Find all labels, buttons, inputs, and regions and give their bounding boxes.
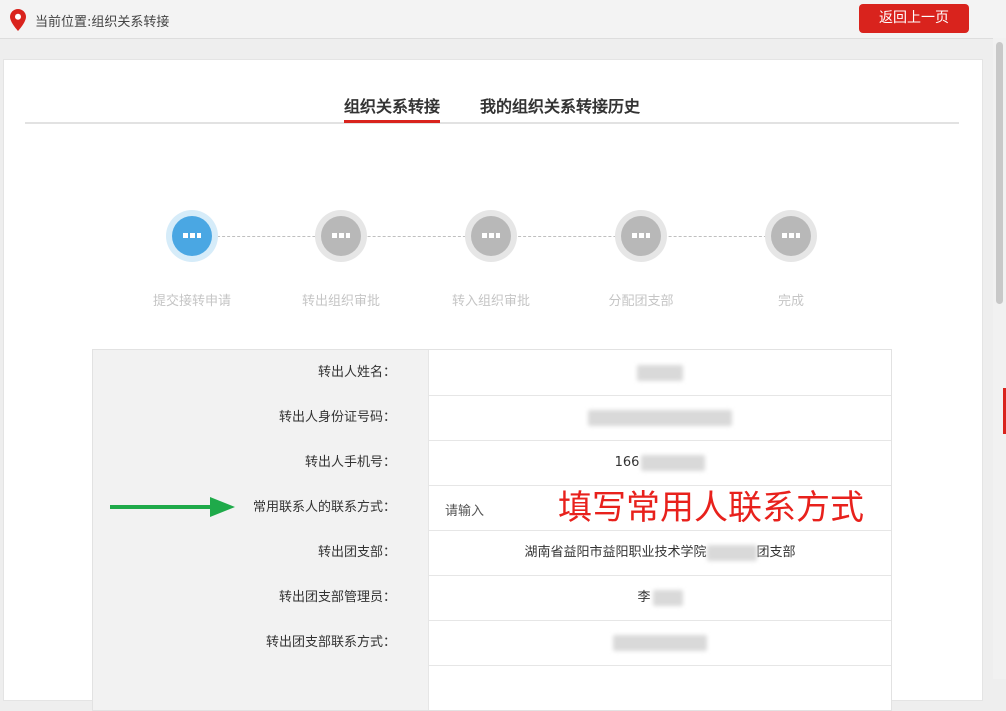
name-value bbox=[429, 350, 891, 395]
form-row: 转出人姓名： bbox=[93, 350, 891, 396]
step-1-label: 提交接转申请 bbox=[152, 294, 231, 309]
admin-value: 李 bbox=[429, 575, 891, 620]
scrollbar-thumb[interactable] bbox=[996, 42, 1003, 304]
step-1-circle-icon bbox=[166, 210, 218, 262]
branch-label: 转出团支部： bbox=[93, 530, 429, 575]
tab-transfer[interactable]: 组织关系转接 bbox=[344, 93, 440, 117]
branch-contact-value bbox=[429, 620, 891, 665]
form-row bbox=[93, 665, 891, 710]
step-3-circle-icon bbox=[465, 210, 517, 262]
branch-contact-label: 转出团支部联系方式： bbox=[93, 620, 429, 665]
name-label: 转出人姓名： bbox=[93, 350, 429, 395]
empty-value bbox=[429, 665, 891, 710]
main-panel: 组织关系转接 我的组织关系转接历史 提交接转申请 转出组织审批 转入组织审批 分… bbox=[3, 59, 983, 711]
active-tab-indicator bbox=[344, 120, 440, 123]
transfer-form: 转出人姓名： 转出人身份证号码： 转出人手机号： 166 常用联系人的联系方式：… bbox=[92, 349, 892, 711]
back-button[interactable]: 返回上一页 bbox=[859, 4, 969, 33]
empty-label bbox=[93, 665, 429, 710]
top-bar: 当前位置:组织关系转接 返回上一页 bbox=[0, 0, 1006, 39]
admin-label: 转出团支部管理员： bbox=[93, 575, 429, 620]
phone-value: 166 bbox=[429, 440, 891, 485]
annotation-text: 填写常用人联系方式 bbox=[558, 488, 864, 528]
branch-value: 湖南省益阳市益阳职业技术学院 团支部 bbox=[524, 544, 796, 561]
id-number-label: 转出人身份证号码： bbox=[93, 395, 429, 440]
tabs-divider bbox=[25, 122, 959, 124]
step-2-circle-icon bbox=[315, 210, 367, 262]
id-number-value bbox=[429, 395, 891, 440]
form-row: 转出团支部管理员： 李 bbox=[93, 575, 891, 621]
scrollbar[interactable] bbox=[993, 38, 1006, 679]
form-row: 转出团支部： 湖南省益阳市益阳职业技术学院 团支部 bbox=[93, 530, 891, 576]
step-4-circle-icon bbox=[615, 210, 667, 262]
contact-input[interactable] bbox=[443, 495, 567, 527]
step-2-label: 转出组织审批 bbox=[301, 294, 380, 309]
step-3-label: 转入组织审批 bbox=[451, 294, 530, 309]
tab-transfer-history[interactable]: 我的组织关系转接历史 bbox=[480, 93, 640, 117]
step-5-label: 完成 bbox=[777, 294, 804, 309]
breadcrumb: 当前位置:组织关系转接 bbox=[35, 15, 170, 30]
phone-label: 转出人手机号： bbox=[93, 440, 429, 485]
step-5-circle-icon bbox=[765, 210, 817, 262]
location-pin-icon bbox=[10, 9, 26, 31]
step-4-label: 分配团支部 bbox=[608, 294, 674, 309]
form-row: 转出人身份证号码： bbox=[93, 395, 891, 441]
form-row: 转出团支部联系方式： bbox=[93, 620, 891, 666]
arrow-right-icon bbox=[110, 497, 235, 517]
